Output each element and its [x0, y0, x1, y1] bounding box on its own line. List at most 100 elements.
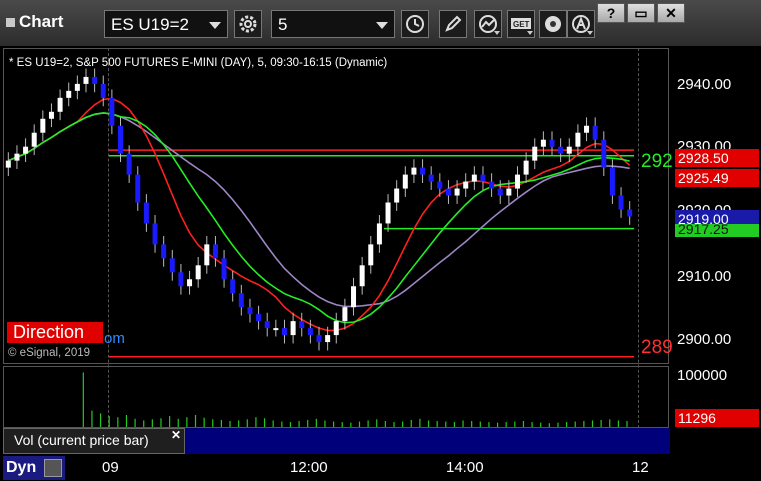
candle-body — [40, 118, 46, 133]
candle-body — [5, 160, 11, 168]
interval-select[interactable]: 5 — [271, 10, 395, 38]
close-icon[interactable]: ✕ — [171, 428, 181, 442]
window-icon — [6, 18, 15, 28]
candle-body — [359, 265, 365, 287]
green-average-line — [8, 112, 630, 324]
help-button[interactable]: ? — [597, 3, 625, 23]
volume-chart[interactable] — [4, 367, 668, 427]
candle-body — [307, 328, 313, 336]
red-line-label: 289 — [641, 337, 673, 358]
candle-body — [23, 146, 29, 154]
time-label: 12 — [632, 459, 649, 476]
clock-button[interactable] — [401, 10, 429, 38]
time-label: 09 — [102, 459, 119, 476]
candle-body — [143, 202, 149, 224]
candle-body — [489, 181, 495, 189]
candle-body — [540, 139, 546, 147]
candle-body — [402, 174, 408, 189]
symbol-input[interactable]: ES U19=2 — [104, 10, 228, 38]
candle-body — [195, 265, 201, 280]
caret-icon — [527, 31, 533, 35]
caret-icon — [494, 31, 500, 35]
candle-body — [135, 174, 141, 203]
candle-body — [566, 146, 572, 154]
candle-body — [437, 181, 443, 189]
candle-body — [351, 286, 357, 308]
candle-body — [385, 202, 391, 224]
candle-body — [376, 223, 382, 245]
candle-body — [212, 244, 218, 259]
symbol-value: ES U19=2 — [111, 15, 189, 34]
price-axis[interactable]: 2940.00 2930.00 2920.00 2910.00 2900.00 … — [671, 48, 758, 428]
candle-body — [497, 188, 503, 196]
candle-body — [273, 328, 279, 331]
volume-study-label[interactable]: Vol (current price bar) — [3, 428, 185, 454]
candle-body — [100, 83, 106, 98]
maximize-button[interactable]: ▭ — [627, 3, 655, 23]
window-title: Chart — [6, 12, 63, 32]
candle-body — [14, 153, 20, 161]
candle-body — [325, 335, 331, 343]
candle-body — [368, 244, 374, 266]
price-tick: 2900.00 — [677, 331, 732, 348]
studies-button[interactable] — [474, 10, 502, 38]
purple-average-line — [8, 112, 630, 308]
candle-body — [281, 328, 287, 336]
pencil-icon — [445, 15, 462, 32]
candle-body — [480, 174, 486, 182]
candle-body — [31, 132, 37, 147]
price-tick: 2910.00 — [677, 268, 732, 285]
candle-body — [618, 195, 624, 210]
candle-body — [126, 153, 132, 175]
draw-button[interactable] — [439, 10, 467, 38]
settings-button[interactable] — [234, 10, 262, 38]
candle-body — [247, 307, 253, 315]
clock-icon — [406, 15, 424, 33]
candle-body — [584, 125, 590, 133]
candle-body — [471, 174, 477, 182]
candle-body — [169, 258, 175, 273]
candle-body — [230, 279, 236, 294]
candle-body — [549, 139, 555, 147]
candle-body — [118, 125, 124, 154]
price-chart[interactable] — [4, 49, 668, 363]
candle-body — [575, 132, 581, 147]
link-icon — [545, 16, 561, 32]
caret-icon — [587, 31, 593, 35]
candle-body — [333, 321, 339, 336]
candle-body — [514, 174, 520, 189]
get-data-button[interactable]: GET — [507, 10, 535, 38]
direction-label[interactable]: Direction — [7, 322, 103, 343]
price-label-green-line: 2917.25 — [675, 222, 759, 237]
candle-body — [342, 307, 348, 322]
candle-body — [394, 188, 400, 203]
copyright-text: © eSignal, 2019 — [8, 347, 91, 359]
candle-body — [92, 76, 98, 84]
candle-body — [74, 83, 80, 91]
candle-body — [592, 125, 598, 140]
chevron-down-icon — [376, 22, 388, 29]
candle-body — [609, 167, 615, 196]
study-bar — [185, 428, 670, 454]
candle-body — [109, 97, 115, 126]
price-label-red-line: 2928.50 — [675, 149, 759, 167]
candle-body — [523, 160, 529, 175]
candle-body — [299, 321, 305, 329]
candle-body — [420, 167, 426, 175]
link-button[interactable] — [539, 10, 567, 38]
candle-body — [445, 188, 451, 196]
candle-body — [601, 139, 607, 168]
lock-icon[interactable] — [44, 459, 62, 477]
candle-body — [48, 111, 54, 119]
alert-button[interactable] — [567, 10, 595, 38]
candle-body — [463, 181, 469, 189]
candle-body — [238, 293, 244, 308]
candle-body — [506, 188, 512, 196]
price-label-moving-average: 2925.49 — [675, 169, 759, 187]
candle-body — [221, 258, 227, 280]
candle-body — [558, 146, 564, 154]
partial-link-text: om — [104, 330, 125, 347]
candle-body — [178, 272, 184, 287]
candle-body — [66, 90, 72, 98]
close-button[interactable]: ✕ — [657, 3, 685, 23]
